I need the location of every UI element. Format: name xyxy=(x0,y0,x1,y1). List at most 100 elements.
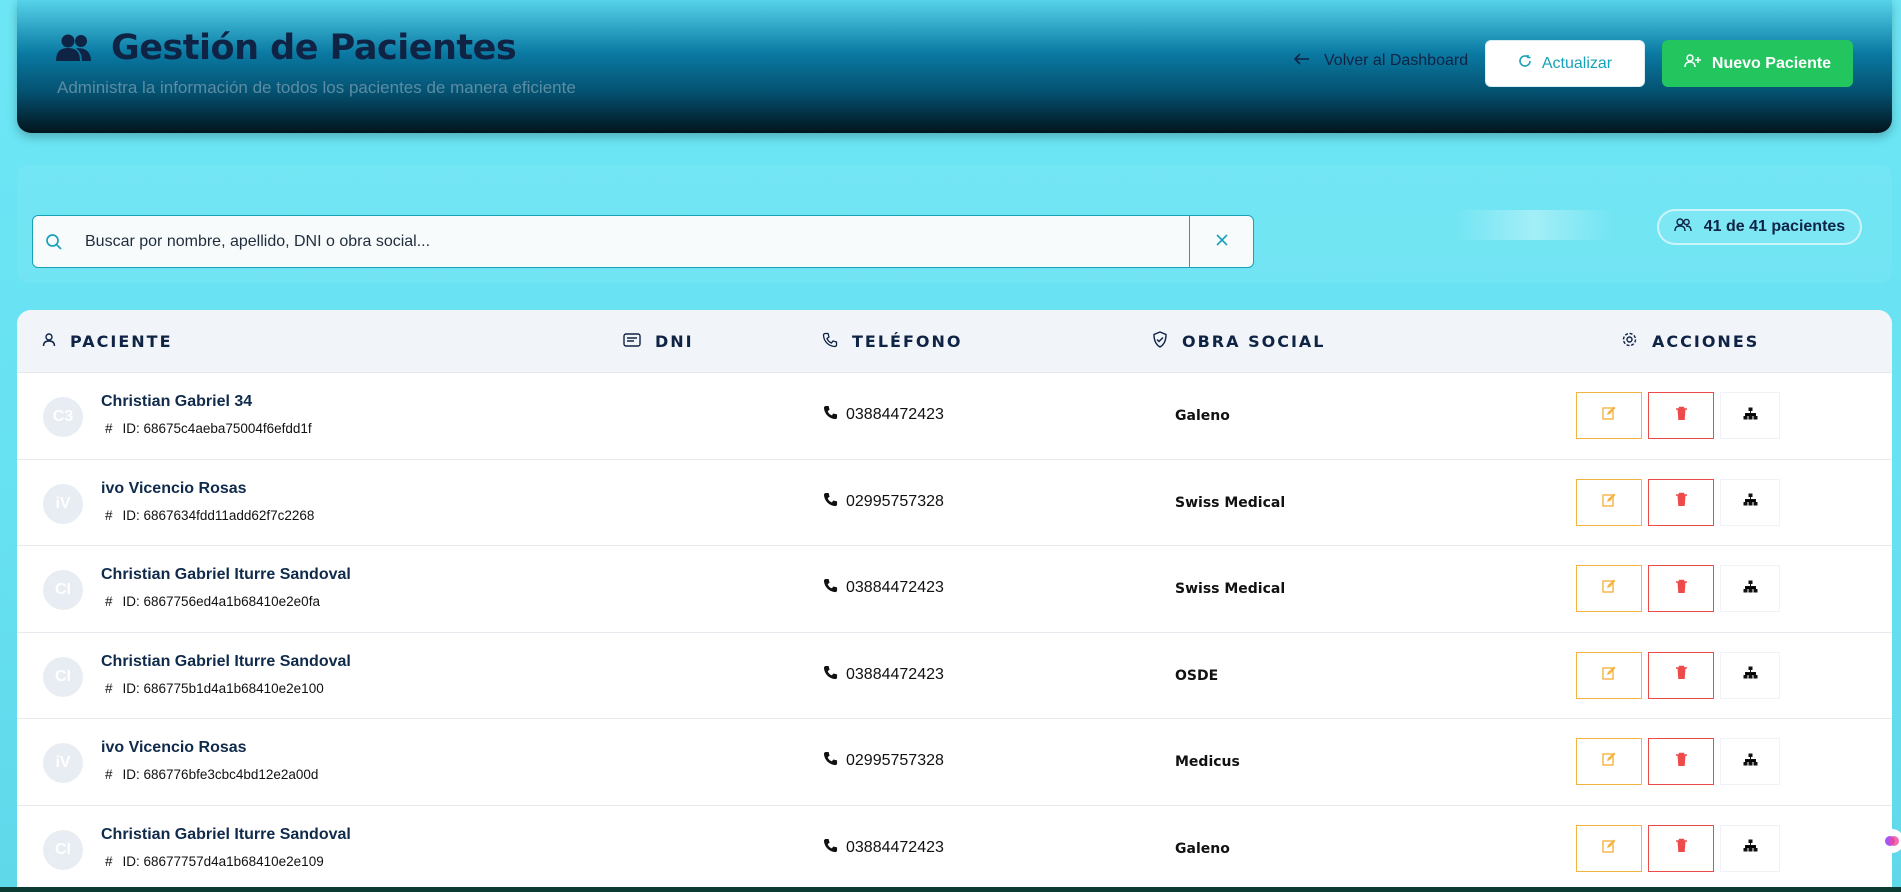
sitemap-icon xyxy=(1743,839,1758,857)
page-title: Gestión de Pacientes xyxy=(111,28,517,68)
trash-icon xyxy=(1675,579,1688,599)
refresh-label: Actualizar xyxy=(1541,54,1613,72)
obra-social: Galeno xyxy=(1175,408,1230,424)
gear-icon xyxy=(1621,331,1638,352)
hash-icon: # xyxy=(105,680,113,696)
patient-phone: 03884472423 xyxy=(823,405,944,425)
avatar: CI xyxy=(43,829,83,870)
patient-name[interactable]: Christian Gabriel 34 xyxy=(101,393,252,411)
search-input[interactable] xyxy=(75,216,1189,267)
patient-id-value: ID: 68675c4aeba75004f6efdd1f xyxy=(122,421,312,436)
table-row: iV ivo Vicencio Rosas # ID: 686776bfe3cb… xyxy=(17,719,1892,806)
table-header: PACIENTE DNI TELÉFONO OBRA SOCIAL ACCION… xyxy=(17,310,1892,373)
trash-icon xyxy=(1675,406,1688,426)
edit-button[interactable] xyxy=(1576,565,1642,613)
hash-icon: # xyxy=(105,767,113,783)
column-dni[interactable]: DNI xyxy=(623,310,694,373)
patient-id-value: ID: 68677757d4a1b68410e2e109 xyxy=(122,853,324,869)
obra-social: Galeno xyxy=(1175,840,1230,857)
user-plus-icon xyxy=(1684,54,1702,73)
column-dni-label: DNI xyxy=(655,332,694,351)
id-card-icon xyxy=(623,332,641,351)
edit-button[interactable] xyxy=(1576,738,1642,786)
delete-button[interactable] xyxy=(1648,478,1714,526)
phone-value: 02995757328 xyxy=(846,492,944,510)
delete-button[interactable] xyxy=(1648,824,1714,872)
avatar: iV xyxy=(43,483,83,524)
hash-icon: # xyxy=(105,421,113,436)
edit-button[interactable] xyxy=(1576,651,1642,699)
family-tree-button[interactable] xyxy=(1720,651,1780,699)
patient-id: # ID: 6867634fdd11add62f7c2268 xyxy=(105,508,314,523)
table-row: iV ivo Vicencio Rosas # ID: 6867634fdd11… xyxy=(17,460,1892,547)
column-patient[interactable]: PACIENTE xyxy=(42,310,173,373)
phone-icon xyxy=(823,405,838,425)
trash-icon xyxy=(1675,838,1688,858)
column-obra-social-label: OBRA SOCIAL xyxy=(1182,332,1326,351)
patient-id-value: ID: 6867756ed4a1b68410e2e0fa xyxy=(122,594,320,610)
delete-button[interactable] xyxy=(1648,565,1714,613)
edit-button[interactable] xyxy=(1576,824,1642,872)
avatar: CI xyxy=(43,656,83,697)
patient-count-badge: 41 de 41 pacientes xyxy=(1657,209,1862,245)
phone-value: 03884472423 xyxy=(846,665,944,683)
patient-phone: 02995757328 xyxy=(823,751,944,771)
assistant-brain-icon[interactable] xyxy=(1880,829,1901,853)
delete-button[interactable] xyxy=(1648,651,1714,699)
new-patient-label: Nuevo Paciente xyxy=(1711,54,1832,72)
obra-social: Medicus xyxy=(1175,754,1240,771)
search-box xyxy=(32,215,1254,268)
family-tree-button[interactable] xyxy=(1720,478,1780,526)
column-phone[interactable]: TELÉFONO xyxy=(822,310,963,373)
refresh-icon xyxy=(1518,54,1532,73)
new-patient-button[interactable]: Nuevo Paciente xyxy=(1662,40,1853,87)
phone-icon xyxy=(823,578,838,598)
patient-phone: 03884472423 xyxy=(823,838,944,858)
edit-button[interactable] xyxy=(1576,478,1642,526)
patient-id: # ID: 6867756ed4a1b68410e2e0fa xyxy=(105,594,320,609)
family-tree-button[interactable] xyxy=(1720,565,1780,613)
trash-icon xyxy=(1675,752,1688,772)
sitemap-icon xyxy=(1743,666,1758,684)
column-obra-social[interactable]: OBRA SOCIAL xyxy=(1152,310,1325,373)
patient-phone: 03884472423 xyxy=(823,578,944,598)
patients-table: PACIENTE DNI TELÉFONO OBRA SOCIAL ACCION… xyxy=(17,310,1892,892)
users-icon xyxy=(55,33,93,63)
patient-id: # ID: 686776bfe3cbc4bd12e2a00d xyxy=(105,767,318,782)
patient-name[interactable]: ivo Vicencio Rosas xyxy=(101,739,247,757)
patient-name[interactable]: Christian Gabriel Iturre Sandoval xyxy=(101,566,351,584)
shield-icon xyxy=(1152,331,1168,352)
edit-icon xyxy=(1602,579,1616,598)
user-icon xyxy=(42,332,56,351)
hash-icon: # xyxy=(105,853,113,869)
delete-button[interactable] xyxy=(1648,392,1714,439)
phone-icon xyxy=(823,751,838,771)
patient-name[interactable]: Christian Gabriel Iturre Sandoval xyxy=(101,826,351,844)
family-tree-button[interactable] xyxy=(1720,392,1780,439)
phone-icon xyxy=(823,492,838,512)
family-tree-button[interactable] xyxy=(1720,824,1780,872)
column-patient-label: PACIENTE xyxy=(70,332,173,351)
column-actions: ACCIONES xyxy=(1621,310,1759,373)
clear-search-button[interactable] xyxy=(1189,216,1253,267)
phone-value: 03884472423 xyxy=(846,579,944,597)
patient-id: # ID: 68675c4aeba75004f6efdd1f xyxy=(105,421,312,436)
patient-count: 41 de 41 pacientes xyxy=(1703,218,1846,235)
page-header: Gestión de Pacientes Administra la infor… xyxy=(17,0,1892,133)
edit-icon xyxy=(1602,406,1616,425)
edit-button[interactable] xyxy=(1576,392,1642,439)
refresh-button[interactable]: Actualizar xyxy=(1485,40,1645,87)
users-outline-icon xyxy=(1674,217,1692,237)
back-to-dashboard-button[interactable]: Volver al Dashboard xyxy=(1293,52,1468,70)
family-tree-button[interactable] xyxy=(1720,738,1780,786)
obra-social: Swiss Medical xyxy=(1175,494,1286,511)
title-row: Gestión de Pacientes xyxy=(55,28,517,68)
patient-name[interactable]: ivo Vicencio Rosas xyxy=(101,480,247,498)
delete-button[interactable] xyxy=(1648,738,1714,786)
phone-icon xyxy=(823,838,838,858)
trash-icon xyxy=(1675,665,1688,685)
patient-id-value: ID: 686775b1d4a1b68410e2e100 xyxy=(122,680,324,696)
close-icon xyxy=(1215,233,1228,251)
patient-name[interactable]: Christian Gabriel Iturre Sandoval xyxy=(101,653,351,671)
patient-id: # ID: 68677757d4a1b68410e2e109 xyxy=(105,854,324,869)
